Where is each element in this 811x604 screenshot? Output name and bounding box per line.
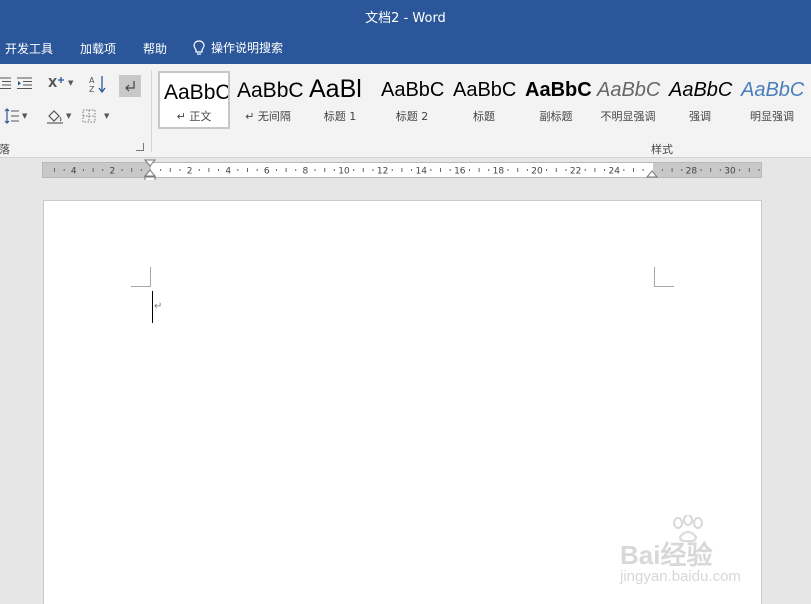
ruler-label: 4 bbox=[71, 167, 77, 177]
style-sample: AaBl bbox=[309, 75, 362, 103]
chevron-down-icon: ▼ bbox=[104, 112, 110, 120]
title-bar: 文档2 - Word bbox=[0, 0, 811, 32]
ruler-label: 28 bbox=[686, 167, 698, 177]
paint-bucket-icon bbox=[46, 108, 64, 124]
ruler-label: 2 bbox=[110, 167, 116, 177]
ribbon-tabs: 开发工具 加载项 帮助 操作说明搜索 bbox=[0, 32, 811, 64]
tell-me-label: 操作说明搜索 bbox=[211, 41, 284, 55]
text-cursor bbox=[152, 291, 153, 323]
margin-corner-top-right bbox=[654, 267, 674, 287]
indent-marker-right[interactable] bbox=[645, 166, 659, 180]
styles-gallery: AaBbC ↵ 正文 AaBbC ↵ 无间隔 AaBl 标题 1 AaBbC 标… bbox=[158, 71, 811, 131]
sort-button[interactable]: AZ bbox=[89, 75, 107, 93]
style-subtitle[interactable]: AaBbC 副标题 bbox=[520, 71, 592, 129]
ruler-label: 10 bbox=[338, 167, 350, 177]
show-paragraph-marks-button[interactable] bbox=[119, 75, 141, 97]
style-no-spacing[interactable]: AaBbC ↵ 无间隔 bbox=[232, 71, 304, 129]
sort-icon: AZ bbox=[89, 75, 107, 93]
margin-corner-top-left bbox=[131, 267, 151, 287]
tab-developer[interactable]: 开发工具 bbox=[5, 40, 53, 57]
svg-text:X: X bbox=[48, 76, 58, 90]
paragraph-group-label: 段落 bbox=[0, 143, 10, 156]
ruler-label: 8 bbox=[303, 167, 309, 177]
ruler-label: 22 bbox=[570, 167, 581, 177]
style-sample: AaBbC bbox=[741, 79, 805, 101]
borders-button[interactable]: ▼ bbox=[82, 109, 109, 123]
style-sample: AaBbC bbox=[597, 79, 661, 101]
style-name: 标题 bbox=[473, 110, 495, 123]
svg-text:Z: Z bbox=[89, 85, 95, 93]
style-sample: AaBbC bbox=[381, 79, 445, 101]
asian-layout-button[interactable]: X ▼ bbox=[48, 76, 73, 90]
style-emphasis[interactable]: AaBbC 强调 bbox=[664, 71, 736, 129]
style-subtle-emphasis[interactable]: AaBbC 不明显强调 bbox=[592, 71, 664, 129]
watermark-text: Bai经验 bbox=[620, 540, 713, 570]
decrease-indent-icon bbox=[0, 76, 12, 90]
style-name: ↵ 正文 bbox=[176, 110, 212, 123]
chevron-down-icon: ▼ bbox=[68, 79, 74, 87]
style-name: 强调 bbox=[689, 110, 711, 123]
style-heading-1[interactable]: AaBl 标题 1 bbox=[304, 71, 376, 129]
style-name: 副标题 bbox=[539, 110, 573, 123]
style-sample: AaBbC bbox=[237, 79, 304, 102]
line-spacing-button[interactable]: ▼ bbox=[4, 108, 27, 124]
decrease-indent-button[interactable] bbox=[0, 76, 12, 90]
style-name: 不明显强调 bbox=[600, 110, 656, 123]
baidu-jingyan-watermark: Bai经验 jingyan.baidu.com bbox=[620, 515, 800, 595]
ruler-label: 12 bbox=[377, 167, 388, 177]
increase-indent-button[interactable] bbox=[17, 76, 33, 90]
svg-text:A: A bbox=[89, 76, 95, 85]
asian-layout-icon: X bbox=[48, 76, 66, 90]
line-spacing-icon bbox=[4, 108, 20, 124]
style-sample: AaBbC bbox=[525, 79, 592, 101]
tab-help[interactable]: 帮助 bbox=[143, 40, 167, 57]
style-sample: AaBbC bbox=[669, 79, 733, 101]
ribbon-home: X ▼ AZ ▼ ▼ ▼ 段落 AaBbC ↵ 正文 bbox=[0, 64, 811, 158]
paragraph-mark-icon bbox=[124, 80, 136, 92]
chevron-down-icon: ▼ bbox=[66, 112, 72, 120]
style-normal[interactable]: AaBbC ↵ 正文 bbox=[158, 71, 230, 129]
ruler-label: 18 bbox=[493, 167, 505, 177]
watermark-url: jingyan.baidu.com bbox=[620, 568, 741, 585]
paragraph-dialog-launcher[interactable] bbox=[136, 143, 144, 151]
ruler-label: 14 bbox=[415, 167, 427, 177]
style-heading-2[interactable]: AaBbC 标题 2 bbox=[376, 71, 448, 129]
tab-addins[interactable]: 加载项 bbox=[80, 40, 116, 57]
tell-me-search[interactable]: 操作说明搜索 bbox=[193, 39, 283, 56]
ruler-label: 16 bbox=[454, 167, 466, 177]
ruler-label: 6 bbox=[264, 167, 270, 177]
paragraph-mark: ↵ bbox=[154, 301, 163, 312]
style-title[interactable]: AaBbC 标题 bbox=[448, 71, 520, 129]
style-intense-emphasis[interactable]: AaBbC 明显强调 bbox=[736, 71, 808, 129]
chevron-down-icon: ▼ bbox=[22, 112, 28, 120]
ruler-label: 30 bbox=[724, 167, 736, 177]
window-title: 文档2 - Word bbox=[365, 11, 446, 26]
group-separator bbox=[151, 70, 152, 152]
style-name: ↵ 无间隔 bbox=[245, 110, 291, 123]
style-name: 明显强调 bbox=[750, 110, 794, 123]
lightbulb-icon bbox=[193, 39, 205, 56]
style-sample: AaBbC bbox=[453, 79, 517, 101]
styles-group-label: 样式 bbox=[651, 143, 673, 156]
shading-button[interactable]: ▼ bbox=[46, 108, 71, 124]
ruler-label: 24 bbox=[608, 167, 620, 177]
ruler-label: 4 bbox=[225, 167, 231, 177]
ruler-label: 20 bbox=[531, 167, 543, 177]
increase-indent-icon bbox=[17, 76, 33, 90]
borders-icon bbox=[82, 109, 96, 123]
style-name: 标题 1 bbox=[323, 110, 357, 123]
style-name: 标题 2 bbox=[395, 110, 429, 123]
ruler-label: 2 bbox=[187, 167, 193, 177]
style-sample: AaBbC bbox=[164, 81, 230, 104]
